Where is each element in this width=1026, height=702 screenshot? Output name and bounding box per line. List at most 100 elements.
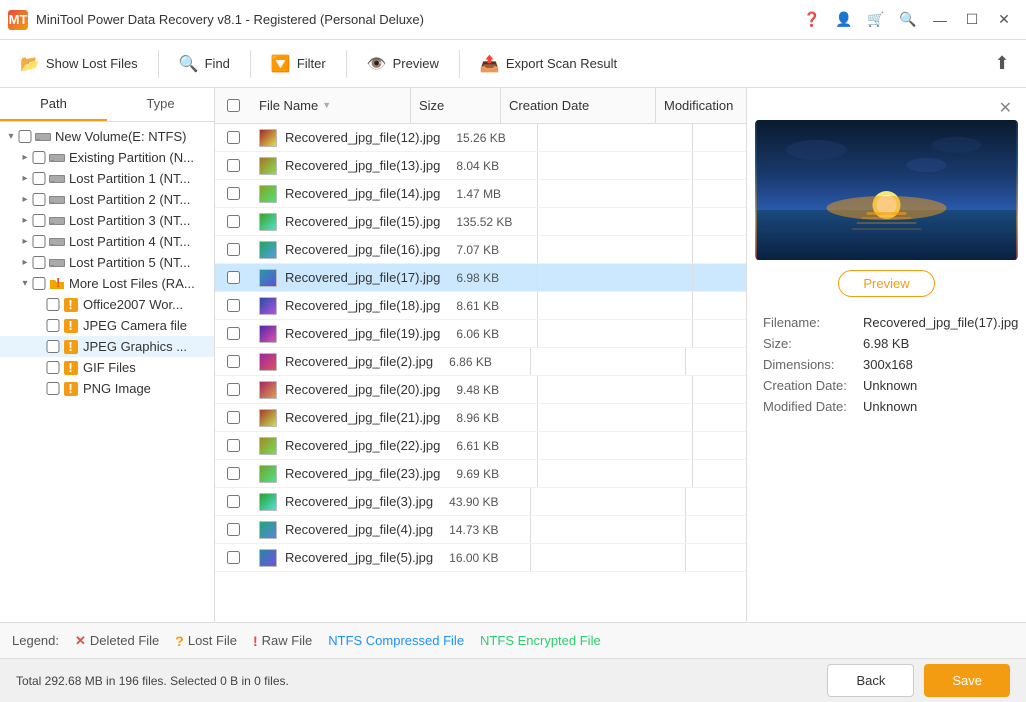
tree-item[interactable]: !JPEG Graphics ... xyxy=(0,336,214,357)
file-list-scroll[interactable]: Recovered_jpg_file(12).jpg15.26 KBRecove… xyxy=(215,124,746,622)
tree-checkbox[interactable] xyxy=(32,151,46,164)
table-row[interactable]: Recovered_jpg_file(12).jpg15.26 KB xyxy=(215,124,746,152)
tab-path[interactable]: Path xyxy=(0,88,107,121)
table-row[interactable]: Recovered_jpg_file(16).jpg7.07 KB xyxy=(215,236,746,264)
tab-type[interactable]: Type xyxy=(107,88,214,121)
table-row[interactable]: Recovered_jpg_file(22).jpg6.61 KB xyxy=(215,432,746,460)
deleted-label: Deleted File xyxy=(90,633,159,648)
tree-checkbox[interactable] xyxy=(46,340,60,353)
tree-item[interactable]: ▸Lost Partition 5 (NT... xyxy=(0,252,214,273)
help-icon[interactable]: ❓ xyxy=(798,6,826,34)
tree-expand-icon[interactable]: ▸ xyxy=(18,152,32,163)
row-checkbox[interactable] xyxy=(227,383,240,396)
account-icon[interactable]: 👤 xyxy=(830,6,858,34)
header-size[interactable]: Size xyxy=(411,88,501,123)
table-row[interactable]: Recovered_jpg_file(13).jpg8.04 KB xyxy=(215,152,746,180)
row-checkbox[interactable] xyxy=(227,411,240,424)
row-checkbox[interactable] xyxy=(227,299,240,312)
tree-container[interactable]: ▾New Volume(E: NTFS)▸Existing Partition … xyxy=(0,122,214,622)
ntfs-enc-label: NTFS Encrypted File xyxy=(480,633,601,648)
table-row[interactable]: Recovered_jpg_file(2).jpg6.86 KB xyxy=(215,348,746,376)
tree-checkbox[interactable] xyxy=(32,193,46,206)
tree-checkbox[interactable] xyxy=(32,172,46,185)
cart-icon[interactable]: 🛒 xyxy=(862,6,890,34)
separator-3 xyxy=(346,50,347,78)
tree-expand-icon[interactable]: ▸ xyxy=(18,194,32,205)
tree-item[interactable]: ▸Lost Partition 4 (NT... xyxy=(0,231,214,252)
select-all-checkbox[interactable] xyxy=(227,99,240,112)
tree-expand-icon[interactable]: ▸ xyxy=(18,215,32,226)
header-creation-date[interactable]: Creation Date xyxy=(501,88,656,123)
table-row[interactable]: Recovered_jpg_file(5).jpg16.00 KB xyxy=(215,544,746,572)
tree-checkbox[interactable] xyxy=(46,382,60,395)
row-checkbox[interactable] xyxy=(227,495,240,508)
tree-item[interactable]: ▸Existing Partition (N... xyxy=(0,147,214,168)
tree-expand-icon[interactable]: ▸ xyxy=(18,173,32,184)
row-checkbox[interactable] xyxy=(227,439,240,452)
row-checkbox[interactable] xyxy=(227,467,240,480)
row-checkbox[interactable] xyxy=(227,523,240,536)
table-row[interactable]: Recovered_jpg_file(3).jpg43.90 KB xyxy=(215,488,746,516)
table-row[interactable]: Recovered_jpg_file(15).jpg135.52 KB xyxy=(215,208,746,236)
save-button[interactable]: Save xyxy=(924,664,1010,697)
row-checkbox[interactable] xyxy=(227,355,240,368)
row-checkbox[interactable] xyxy=(227,243,240,256)
info-creation-row: Creation Date: Unknown xyxy=(763,378,1010,393)
close-button[interactable]: ✕ xyxy=(990,6,1018,34)
filter-button[interactable]: 🔽 Filter xyxy=(259,48,338,80)
share-button[interactable]: ⬆ xyxy=(986,48,1018,80)
tree-item[interactable]: !Office2007 Wor... xyxy=(0,294,214,315)
tree-expand-icon[interactable]: ▸ xyxy=(18,257,32,268)
tree-item[interactable]: !PNG Image xyxy=(0,378,214,399)
back-button[interactable]: Back xyxy=(827,664,914,697)
toolbar-right: ⬆ xyxy=(986,48,1018,80)
minimize-button[interactable]: — xyxy=(926,6,954,34)
tree-checkbox[interactable] xyxy=(18,130,32,143)
row-size: 7.07 KB xyxy=(448,236,538,263)
table-row[interactable]: Recovered_jpg_file(4).jpg14.73 KB xyxy=(215,516,746,544)
header-modification[interactable]: Modification xyxy=(656,88,746,123)
tree-item[interactable]: ▾New Volume(E: NTFS) xyxy=(0,126,214,147)
row-checkbox[interactable] xyxy=(227,215,240,228)
tree-checkbox[interactable] xyxy=(46,361,60,374)
export-scan-button[interactable]: 📤 Export Scan Result xyxy=(468,48,629,80)
tree-item[interactable]: !GIF Files xyxy=(0,357,214,378)
show-lost-files-button[interactable]: 📂 Show Lost Files xyxy=(8,48,150,80)
row-checkbox[interactable] xyxy=(227,159,240,172)
tree-checkbox[interactable] xyxy=(32,256,46,269)
tree-expand-icon[interactable]: ▸ xyxy=(18,236,32,247)
row-checkbox[interactable] xyxy=(227,131,240,144)
tree-checkbox[interactable] xyxy=(32,277,46,290)
tree-checkbox[interactable] xyxy=(46,319,60,332)
table-row[interactable]: Recovered_jpg_file(18).jpg8.61 KB xyxy=(215,292,746,320)
tree-expand-icon[interactable]: ▾ xyxy=(4,131,18,142)
row-checkbox[interactable] xyxy=(227,271,240,284)
table-row[interactable]: Recovered_jpg_file(17).jpg6.98 KB xyxy=(215,264,746,292)
table-row[interactable]: Recovered_jpg_file(23).jpg9.69 KB xyxy=(215,460,746,488)
header-filename[interactable]: File Name xyxy=(251,88,411,123)
table-row[interactable]: Recovered_jpg_file(21).jpg8.96 KB xyxy=(215,404,746,432)
tree-item[interactable]: ▾!More Lost Files (RA... xyxy=(0,273,214,294)
preview-action-button[interactable]: Preview xyxy=(838,270,934,297)
tree-item[interactable]: ▸Lost Partition 1 (NT... xyxy=(0,168,214,189)
maximize-button[interactable]: ☐ xyxy=(958,6,986,34)
preview-button[interactable]: 👁️ Preview xyxy=(355,48,451,80)
tree-item[interactable]: ▸Lost Partition 2 (NT... xyxy=(0,189,214,210)
tree-checkbox[interactable] xyxy=(46,298,60,311)
preview-close-button[interactable]: ✕ xyxy=(993,96,1018,120)
tree-checkbox[interactable] xyxy=(32,235,46,248)
tree-expand-icon[interactable]: ▾ xyxy=(18,278,32,289)
search-icon[interactable]: 🔍 xyxy=(894,6,922,34)
row-checkbox[interactable] xyxy=(227,327,240,340)
row-checkbox[interactable] xyxy=(227,551,240,564)
table-row[interactable]: Recovered_jpg_file(14).jpg1.47 MB xyxy=(215,180,746,208)
find-button[interactable]: 🔍 Find xyxy=(167,48,242,80)
tree-item[interactable]: ▸Lost Partition 3 (NT... xyxy=(0,210,214,231)
table-row[interactable]: Recovered_jpg_file(20).jpg9.48 KB xyxy=(215,376,746,404)
header-check[interactable] xyxy=(215,99,251,112)
tree-checkbox[interactable] xyxy=(32,214,46,227)
row-filename: Recovered_jpg_file(12).jpg xyxy=(251,129,448,147)
table-row[interactable]: Recovered_jpg_file(19).jpg6.06 KB xyxy=(215,320,746,348)
row-checkbox[interactable] xyxy=(227,187,240,200)
tree-item[interactable]: !JPEG Camera file xyxy=(0,315,214,336)
